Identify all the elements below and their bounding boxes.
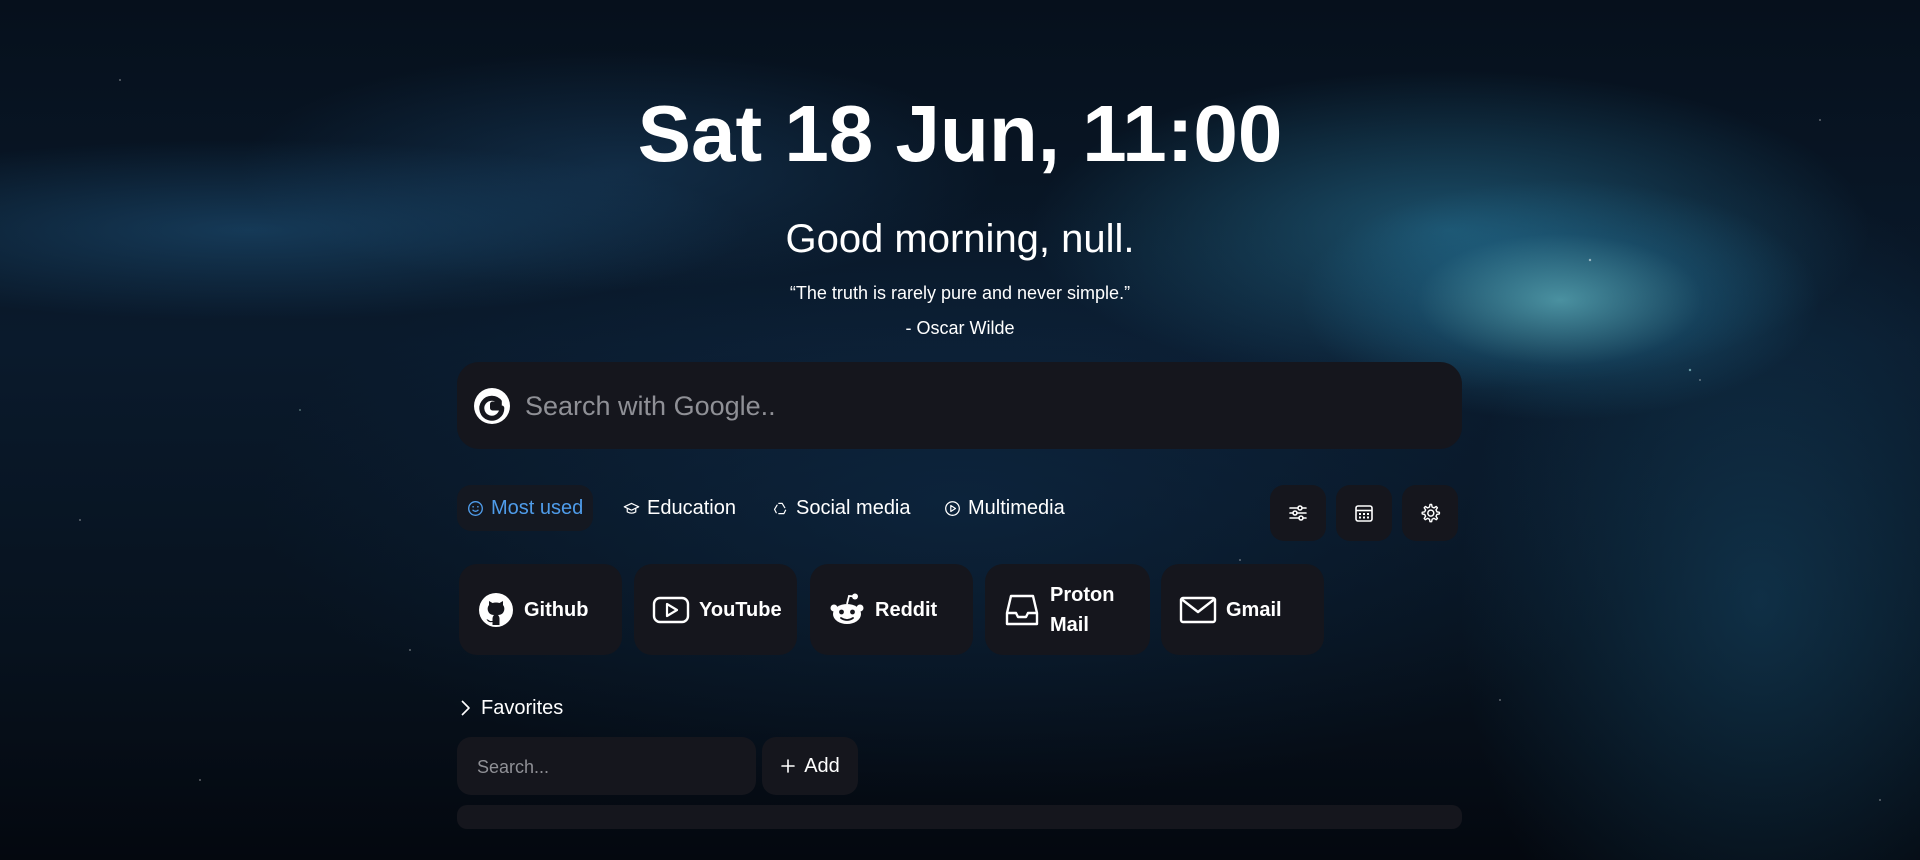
tab-education[interactable]: Education (613, 485, 746, 531)
tab-multimedia[interactable]: Multimedia (934, 485, 1075, 531)
calendar-icon (1355, 505, 1373, 522)
link-label: YouTube (699, 598, 782, 621)
link-label: Proton Mail (1050, 583, 1115, 636)
link-card-reddit[interactable]: Reddit (810, 564, 973, 655)
favorites-toggle[interactable]: Favorites (457, 695, 563, 721)
gear-icon (1421, 503, 1441, 523)
reddit-icon (828, 591, 866, 629)
plus-icon (781, 759, 796, 773)
favorites-search-input[interactable] (475, 751, 749, 783)
mail-icon (1179, 591, 1217, 629)
link-label: Github (524, 598, 589, 621)
greeting-text: Good morning, null. (785, 217, 1135, 261)
link-card-proton-mail[interactable]: Proton Mail (985, 564, 1150, 655)
tab-label: Most used (491, 496, 584, 519)
sliders-icon (1289, 505, 1307, 521)
github-icon (477, 591, 515, 629)
search-input[interactable] (523, 382, 1427, 430)
quote-author: - Oscar Wilde (905, 318, 1015, 338)
link-card-github[interactable]: Github (459, 564, 622, 655)
recycle-icon (773, 502, 787, 514)
favorites-title: Favorites (481, 696, 564, 719)
quote-text: “The truth is rarely pure and never simp… (789, 283, 1131, 303)
chevron-right-icon (461, 700, 470, 716)
tab-label: Social media (796, 496, 911, 519)
link-card-gmail[interactable]: Gmail (1161, 564, 1324, 655)
link-label: Reddit (875, 598, 938, 621)
link-card-youtube[interactable]: YouTube (634, 564, 797, 655)
link-label: Gmail (1226, 598, 1282, 621)
search-bar (457, 362, 1462, 449)
favorites-list-panel (457, 805, 1462, 829)
play-circle-icon (945, 500, 960, 516)
favorites-search-box (457, 737, 756, 795)
tab-social-media[interactable]: Social media (762, 485, 921, 531)
calendar-button[interactable] (1336, 485, 1392, 541)
add-favorite-button[interactable]: Add (762, 737, 858, 795)
tab-label: Multimedia (968, 496, 1065, 519)
tab-label: Education (647, 496, 736, 519)
date-time-clock: Sat 18 Jun, 11:00 (637, 89, 1283, 178)
smile-icon (468, 500, 483, 516)
tab-most-used[interactable]: Most used (457, 485, 594, 531)
graduation-cap-icon (623, 502, 640, 514)
customize-button[interactable] (1270, 485, 1326, 541)
add-label: Add (804, 754, 840, 777)
inbox-icon (1003, 591, 1041, 629)
youtube-icon (652, 591, 690, 629)
settings-button[interactable] (1402, 485, 1458, 541)
google-icon[interactable] (473, 387, 511, 425)
